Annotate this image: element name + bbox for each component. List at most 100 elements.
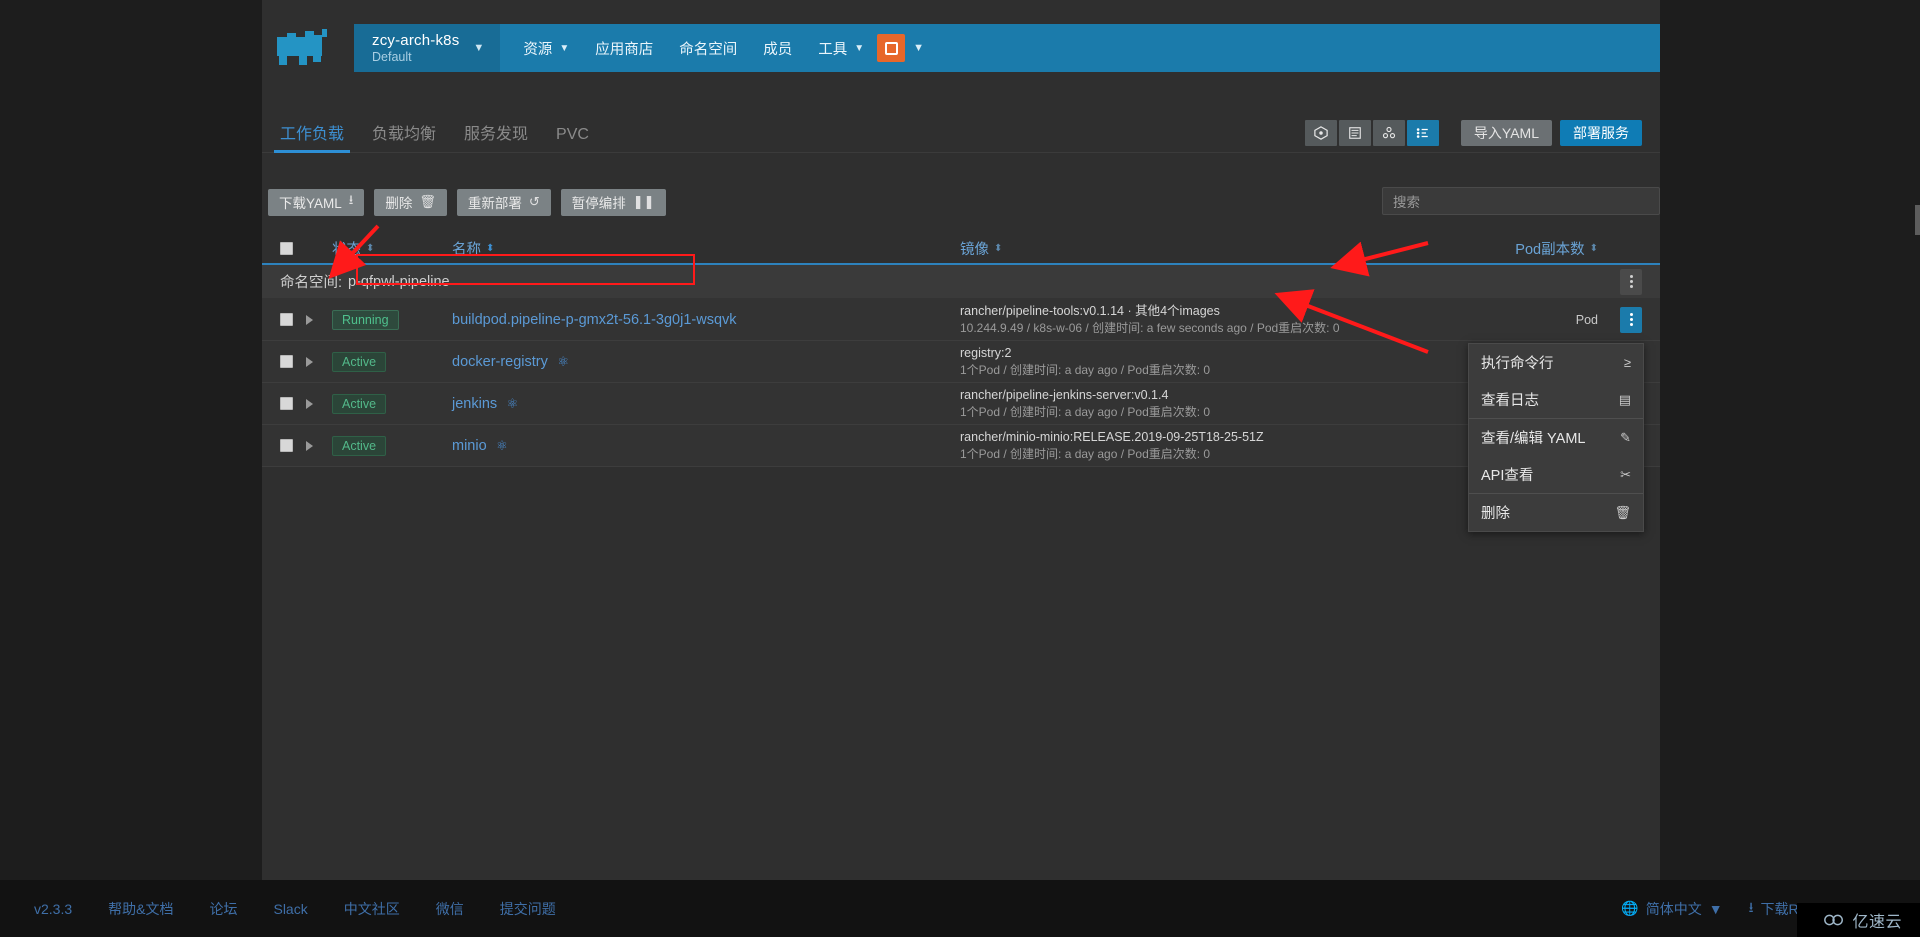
- avatar[interactable]: [877, 34, 906, 62]
- detail-view-icon-button[interactable]: [1406, 120, 1439, 146]
- tab-workloads[interactable]: 工作负载: [266, 120, 358, 153]
- button-label: 删除: [385, 196, 413, 211]
- expand-caret-icon[interactable]: [306, 398, 313, 409]
- tab-load-balancing[interactable]: 负载均衡: [358, 120, 450, 152]
- context-menu-item-view-logs[interactable]: 查看日志 ▤: [1469, 381, 1643, 418]
- workload-name-link[interactable]: jenkins: [452, 396, 497, 412]
- row-image-cell: rancher/pipeline-tools:v0.1.14 · 其他4个ima…: [960, 303, 1480, 336]
- tab-service-discovery[interactable]: 服务发现: [450, 120, 542, 152]
- group-view-icon-button[interactable]: [1372, 120, 1405, 146]
- link-label: 提交问题: [499, 900, 556, 917]
- link-label: 中文社区: [343, 900, 400, 917]
- nav-item-app-store[interactable]: 应用商店: [582, 24, 666, 72]
- rancher-logo[interactable]: [262, 24, 354, 72]
- table-row[interactable]: Active docker-registry ⚛ registry:2 1个Po…: [262, 341, 1660, 384]
- search-input[interactable]: 搜索: [1382, 187, 1660, 215]
- nav-item-members[interactable]: 成员: [750, 24, 805, 72]
- menu-label: 查看/编辑 YAML: [1481, 431, 1586, 447]
- redeploy-button[interactable]: 重新部署 ↺: [456, 188, 551, 216]
- language-label: 简体中文: [1645, 900, 1702, 917]
- detail-list-icon: [1417, 128, 1429, 138]
- workload-name-link[interactable]: minio: [452, 438, 487, 454]
- row-image-cell: registry:2 1个Pod / 创建时间: a day ago / Pod…: [960, 345, 1480, 378]
- footer-link-slack[interactable]: Slack: [255, 901, 325, 917]
- link-label: Slack: [273, 900, 308, 917]
- tab-pvc[interactable]: PVC: [542, 126, 603, 152]
- menu-label: API查看: [1481, 468, 1534, 484]
- pause-icon: ❚❚: [632, 194, 655, 209]
- cluster-view-icon-button[interactable]: [1304, 120, 1337, 146]
- row-expand-cell[interactable]: [306, 356, 332, 367]
- button-label: 下载YAML: [279, 196, 342, 211]
- image-name: rancher/minio-minio:RELEASE.2019-09-25T1…: [960, 430, 1264, 445]
- nav-label: 工具: [818, 41, 848, 58]
- tab-label: 工作负载: [280, 126, 345, 143]
- nodes-group-icon: [1382, 126, 1395, 139]
- menu-label: 执行命令行: [1481, 356, 1554, 372]
- footer-link-chinese-community[interactable]: 中文社区: [326, 899, 418, 919]
- button-label: 重新部署: [467, 196, 522, 211]
- row-name-cell: jenkins ⚛: [452, 395, 960, 413]
- select-all-checkbox[interactable]: [280, 241, 293, 255]
- namespace-menu-button[interactable]: [1620, 268, 1642, 295]
- status-badge: Active: [332, 435, 387, 456]
- row-state-cell: Active: [332, 393, 452, 414]
- context-menu-item-view-edit-yaml[interactable]: 查看/编辑 YAML ✎: [1469, 419, 1643, 456]
- footer-link-forum[interactable]: 论坛: [191, 899, 255, 919]
- language-selector[interactable]: 🌐 简体中文 ▼: [1621, 899, 1722, 919]
- row-checkbox[interactable]: [280, 439, 293, 453]
- list-view-icon-button[interactable]: [1338, 120, 1371, 146]
- column-header-name[interactable]: 名称 ⬍: [452, 238, 960, 259]
- workload-name-link[interactable]: docker-registry: [452, 354, 548, 370]
- expand-caret-icon[interactable]: [306, 314, 313, 325]
- chevron-down-icon[interactable]: ▼: [913, 42, 924, 54]
- menu-label: 删除: [1481, 506, 1510, 522]
- row-menu-button[interactable]: [1620, 306, 1642, 333]
- row-checkbox[interactable]: [280, 313, 293, 327]
- row-checkbox[interactable]: [280, 355, 293, 369]
- dot: [1629, 280, 1633, 283]
- context-menu-item-api-view[interactable]: API查看 ✂: [1469, 456, 1643, 493]
- sort-icon: ⬍: [994, 242, 1003, 254]
- table-row[interactable]: Active jenkins ⚛ rancher/pipeline-jenkin…: [262, 383, 1660, 426]
- page-scrollbar-thumb[interactable]: [1915, 205, 1920, 235]
- table-row[interactable]: Running buildpod.pipeline-p-gmx2t-56.1-3…: [262, 299, 1660, 342]
- row-expand-cell[interactable]: [306, 314, 332, 325]
- download-yaml-button[interactable]: 下载YAML ⭳: [268, 188, 365, 216]
- footer-link-file-issue[interactable]: 提交问题: [482, 899, 574, 919]
- link-label: 帮助&文档: [108, 900, 174, 917]
- table-row[interactable]: Active minio ⚛ rancher/minio-minio:RELEA…: [262, 425, 1660, 468]
- footer-links: v2.3.3 帮助&文档 论坛 Slack 中文社区 微信 提交问题: [22, 899, 574, 919]
- column-label: 名称: [452, 241, 481, 258]
- column-header-state[interactable]: 状态 ⬍: [332, 238, 452, 259]
- column-label: 镜像: [960, 241, 989, 258]
- cluster-subtitle: Default: [372, 49, 412, 64]
- import-yaml-button[interactable]: 导入YAML: [1460, 120, 1552, 146]
- workload-name-link[interactable]: buildpod.pipeline-p-gmx2t-56.1-3g0j1-wsq…: [452, 312, 737, 328]
- context-menu-item-delete[interactable]: 删除 🗑: [1469, 494, 1643, 531]
- row-checkbox[interactable]: [280, 397, 293, 411]
- row-context-menu: 执行命令行 ≥ 查看日志 ▤ 查看/编辑 YAML ✎ API查看 ✂ 删除 🗑: [1468, 343, 1644, 532]
- footer-link-wechat[interactable]: 微信: [418, 899, 482, 919]
- nav-item-resources[interactable]: 资源 ▼: [510, 24, 582, 72]
- cube-icon: [1314, 126, 1328, 140]
- context-menu-item-execute-shell[interactable]: 执行命令行 ≥: [1469, 344, 1643, 381]
- row-expand-cell[interactable]: [306, 398, 332, 409]
- view-mode-group: [1304, 120, 1439, 146]
- menu-label: 查看日志: [1481, 393, 1539, 409]
- nav-item-tools[interactable]: 工具 ▼: [805, 24, 877, 72]
- deploy-service-button[interactable]: 部署服务: [1560, 120, 1642, 146]
- expand-caret-icon[interactable]: [306, 356, 313, 367]
- column-header-image[interactable]: 镜像 ⬍: [960, 238, 1480, 259]
- cluster-selector[interactable]: zcy-arch-k8s Default ▼: [354, 24, 501, 72]
- row-expand-cell[interactable]: [306, 440, 332, 451]
- row-image-cell: rancher/pipeline-jenkins-server:v0.1.4 1…: [960, 387, 1480, 420]
- column-header-pods[interactable]: Pod副本数 ⬍: [1480, 238, 1598, 259]
- pause-orchestration-button[interactable]: 暂停编排 ❚❚: [560, 188, 666, 216]
- footer-link-docs[interactable]: 帮助&文档: [90, 899, 191, 919]
- nav-item-namespaces[interactable]: 命名空间: [666, 24, 750, 72]
- delete-button[interactable]: 删除 🗑: [374, 188, 447, 216]
- expand-caret-icon[interactable]: [306, 440, 313, 451]
- chevron-down-icon: ▼: [559, 42, 570, 54]
- row-name-cell: buildpod.pipeline-p-gmx2t-56.1-3g0j1-wsq…: [452, 311, 960, 329]
